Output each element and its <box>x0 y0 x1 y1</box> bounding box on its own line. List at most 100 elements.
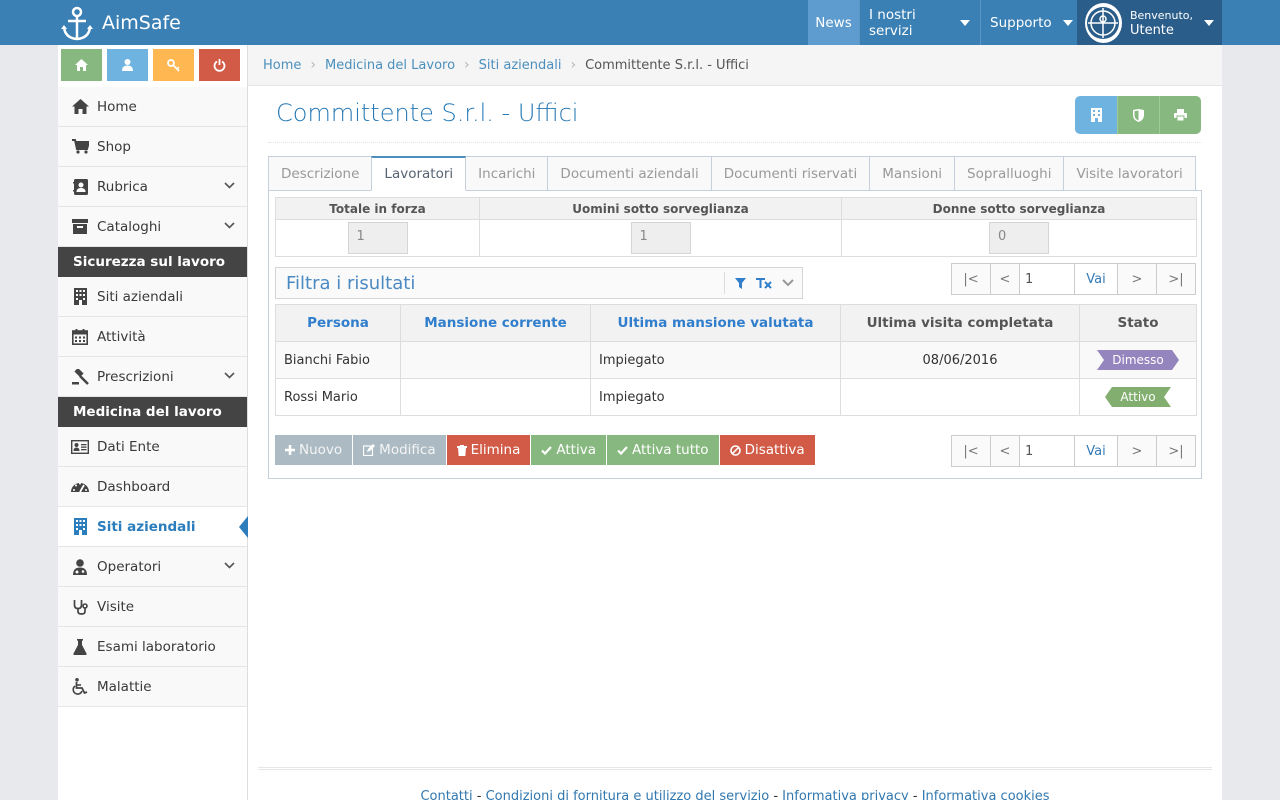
footer-cookies-link[interactable]: Informativa cookies <box>922 789 1050 800</box>
sidebar-item-operatori[interactable]: Operatori <box>58 547 247 587</box>
shortcut-key-button[interactable] <box>153 49 194 81</box>
footer-condizioni-link[interactable]: Condizioni di fornitura e utilizzo del s… <box>486 789 770 800</box>
pager-next-button[interactable]: > <box>1117 263 1157 295</box>
column-header-mansione[interactable]: Mansione corrente <box>400 304 591 342</box>
nuovo-button[interactable]: Nuovo <box>275 435 353 465</box>
plus-icon <box>285 445 295 455</box>
id-card-icon <box>71 438 89 456</box>
shield-button[interactable] <box>1117 96 1159 134</box>
sidebar-item-home[interactable]: Home <box>58 87 247 127</box>
footer-sep: - <box>472 789 486 800</box>
caret-down-icon <box>1204 19 1214 26</box>
sidebar-item-dashboard[interactable]: Dashboard <box>58 467 247 507</box>
building-button[interactable] <box>1075 96 1117 134</box>
nav-news-label: News <box>815 14 852 31</box>
shortcut-user-button[interactable] <box>107 49 148 81</box>
column-header-persona[interactable]: Persona <box>275 304 401 342</box>
breadcrumb-siti[interactable]: Siti aziendali <box>479 58 562 73</box>
nav-supporto-dropdown[interactable]: Supporto <box>980 0 1076 45</box>
stethoscope-icon <box>71 598 89 616</box>
attiva-button[interactable]: Attiva <box>531 435 606 465</box>
breadcrumb-home[interactable]: Home <box>263 58 301 73</box>
sidebar-item-siti-aziendali[interactable]: Siti aziendali <box>58 277 247 317</box>
sidebar-item-shop[interactable]: Shop <box>58 127 247 167</box>
chevron-down-icon <box>224 182 235 189</box>
sidebar-item-label: Shop <box>97 138 131 155</box>
tab-descrizione[interactable]: Descrizione <box>268 156 373 191</box>
pager-prev-button[interactable]: < <box>990 435 1020 467</box>
modifica-button[interactable]: Modifica <box>353 435 446 465</box>
sidebar-item-label: Prescrizioni <box>97 368 174 385</box>
attiva-tutto-button[interactable]: Attiva tutto <box>606 435 719 465</box>
disattiva-label: Disattiva <box>744 442 805 458</box>
sidebar-item-label: Dati Ente <box>97 438 160 455</box>
sidebar-item-label: Siti aziendali <box>97 288 183 305</box>
tab-lavoratori[interactable]: Lavoratori <box>371 156 467 191</box>
pager-first-button[interactable]: |< <box>951 435 991 467</box>
summary-header-donne: Donne sotto sorveglianza <box>841 197 1197 220</box>
sidebar-item-cataloghi[interactable]: Cataloghi <box>58 207 247 247</box>
shortcut-home-button[interactable] <box>61 49 102 81</box>
filter-bar[interactable]: Filtra i risultati <box>275 267 803 299</box>
caret-down-icon <box>1062 19 1073 26</box>
sidebar-item-label: Malattie <box>97 678 152 695</box>
table-row[interactable]: Rossi Mario Impiegato Attivo <box>275 378 1197 416</box>
sidebar-item-rubrica[interactable]: Rubrica <box>58 167 247 207</box>
table-row[interactable]: Bianchi Fabio Impiegato 08/06/2016 Dimes… <box>275 341 1197 379</box>
footer-contatti-link[interactable]: Contatti <box>420 789 472 800</box>
footer-sep: - <box>908 789 922 800</box>
pager-last-button[interactable]: >| <box>1156 435 1196 467</box>
elimina-button[interactable]: Elimina <box>446 435 531 465</box>
tab-documenti-riservati[interactable]: Documenti riservati <box>710 156 871 191</box>
pager-page-input[interactable]: 1 <box>1019 263 1075 295</box>
cell-ultima-mansione: Impiegato <box>590 341 841 379</box>
pager-page-input[interactable]: 1 <box>1019 435 1075 467</box>
tab-documenti-aziendali[interactable]: Documenti aziendali <box>547 156 712 191</box>
filter-placeholder[interactable]: Filtra i risultati <box>276 273 724 294</box>
clear-filter-icon[interactable] <box>756 277 772 289</box>
pager-prev-button[interactable]: < <box>990 263 1020 295</box>
totale-field: 1 <box>347 222 408 254</box>
sidebar-item-malattie[interactable]: Malattie <box>58 667 247 707</box>
sidebar-item-dati-ente[interactable]: Dati Ente <box>58 427 247 467</box>
breadcrumb-medicina[interactable]: Medicina del Lavoro <box>325 58 455 73</box>
print-button[interactable] <box>1159 96 1201 134</box>
filter-controls[interactable] <box>724 272 802 294</box>
tab-incarichi[interactable]: Incarichi <box>465 156 549 191</box>
tab-mansioni[interactable]: Mansioni <box>869 156 956 191</box>
shield-icon <box>1133 108 1144 122</box>
footer-privacy-link[interactable]: Informativa privacy <box>782 789 909 800</box>
key-icon <box>167 58 180 72</box>
user-menu[interactable]: Benvenuto, Utente <box>1077 0 1222 45</box>
nav-servizi-dropdown[interactable]: I nostri servizi <box>859 0 979 45</box>
shortcut-power-button[interactable] <box>199 49 240 81</box>
sidebar-item-siti-aziendali[interactable]: Siti aziendali <box>58 507 248 547</box>
anchor-icon <box>61 6 93 40</box>
filter-icon[interactable] <box>735 277 746 289</box>
building-icon <box>71 288 89 306</box>
brand-logo[interactable]: AimSafe <box>60 0 181 45</box>
tab-sopralluoghi[interactable]: Sopralluoghi <box>954 156 1065 191</box>
sidebar-item-esami-laboratorio[interactable]: Esami laboratorio <box>58 627 247 667</box>
pager-first-button[interactable]: |< <box>951 263 991 295</box>
sidebar-item-visite[interactable]: Visite <box>58 587 247 627</box>
pager-next-button[interactable]: > <box>1117 435 1157 467</box>
cell-stato: Dimesso <box>1079 341 1197 379</box>
nav-news[interactable]: News <box>808 0 859 45</box>
address-book-icon <box>71 178 89 196</box>
tab-visite-lavoratori[interactable]: Visite lavoratori <box>1063 156 1196 191</box>
column-header-ultima-mansione[interactable]: Ultima mansione valutata <box>590 304 841 342</box>
cell-ultima-visita: 08/06/2016 <box>840 341 1080 379</box>
status-badge: Attivo <box>1105 387 1171 407</box>
breadcrumb-current: Committente S.r.l. - Uffici <box>585 57 749 73</box>
pager-go-button[interactable]: Vai <box>1074 263 1118 295</box>
sidebar-item-prescrizioni[interactable]: Prescrizioni <box>58 357 247 397</box>
pager-last-button[interactable]: >| <box>1156 263 1196 295</box>
chevron-down-icon[interactable] <box>782 279 794 287</box>
disattiva-button[interactable]: Disattiva <box>719 435 815 465</box>
pager-go-button[interactable]: Vai <box>1074 435 1118 467</box>
sidebar-item-attivita[interactable]: Attività <box>58 317 247 357</box>
sidebar-item-label: Siti aziendali <box>97 518 196 535</box>
sidebar-section-medicina: Medicina del lavoro <box>58 397 247 427</box>
summary-cell: 1 <box>479 219 842 257</box>
